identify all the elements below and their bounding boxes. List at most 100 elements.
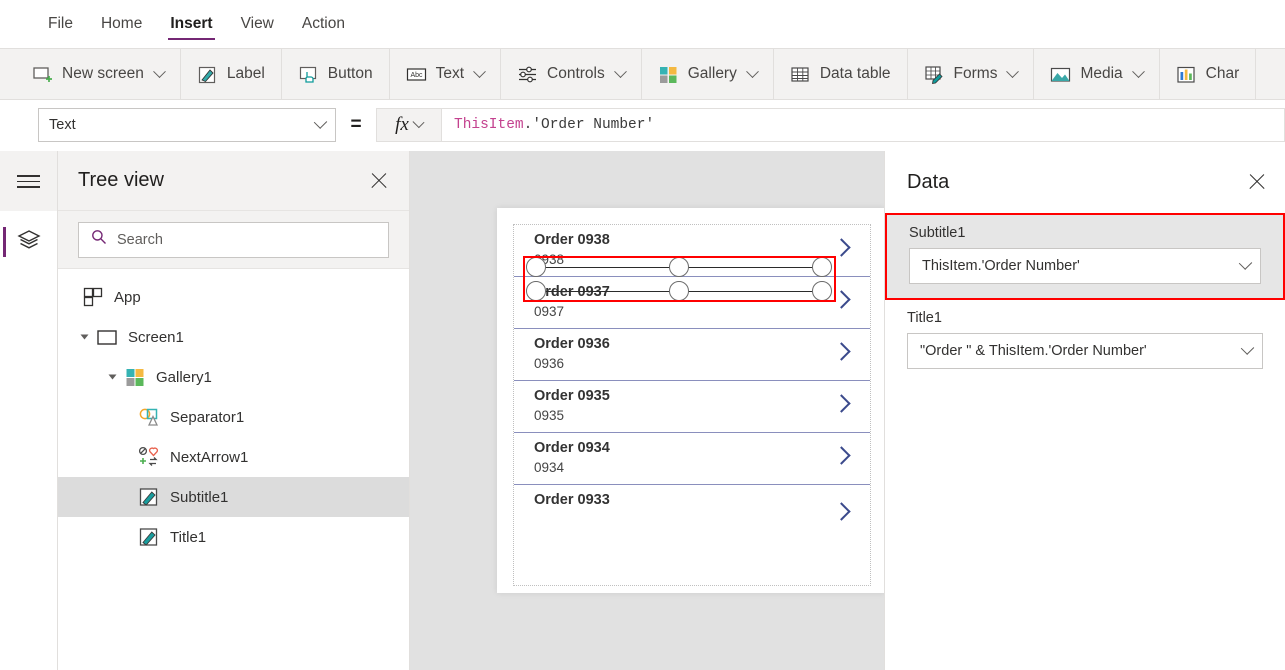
- tree-item-label: Gallery1: [156, 369, 212, 386]
- gallery-item[interactable]: Order 0936 0936: [514, 329, 870, 381]
- property-select[interactable]: Text: [38, 108, 336, 142]
- menu-item-file[interactable]: File: [34, 1, 87, 47]
- gallery-item-subtitle: 0937: [534, 302, 870, 321]
- tree-item-title1[interactable]: Title1: [58, 517, 409, 557]
- ribbon-controls[interactable]: Controls: [501, 48, 642, 100]
- ribbon-forms[interactable]: Forms: [908, 48, 1035, 100]
- gallery-squares-icon: [658, 64, 679, 85]
- data-field-dropdown[interactable]: ThisItem.'Order Number': [909, 248, 1261, 284]
- search-input[interactable]: Search: [78, 222, 389, 258]
- insert-ribbon: New screen Label Button: [0, 48, 1285, 100]
- gallery-item-subtitle: 0935: [534, 406, 870, 425]
- ribbon-gallery-label: Gallery: [688, 65, 737, 83]
- ribbon-text[interactable]: Abc Text: [390, 48, 501, 100]
- app-icon: [82, 286, 104, 308]
- label-icon: [138, 486, 160, 508]
- hamburger-icon: [17, 174, 40, 188]
- shapes-icon: [138, 406, 160, 428]
- data-field-value: ThisItem.'Order Number': [922, 258, 1080, 274]
- tree-item-label: Title1: [170, 529, 206, 546]
- data-field-label: Subtitle1: [909, 225, 1261, 241]
- fx-button[interactable]: fx: [376, 108, 442, 142]
- data-field-subtitle1: Subtitle1 ThisItem.'Order Number': [885, 213, 1285, 300]
- chevron-down-icon: [1239, 256, 1252, 269]
- left-rail: [0, 151, 58, 670]
- screen-preview[interactable]: Order 0938 0938 Order 0937 0937 Order 09…: [497, 208, 885, 593]
- menu-item-action[interactable]: Action: [288, 1, 359, 47]
- tree-item-screen1[interactable]: Screen1: [58, 317, 409, 357]
- tree-item-app[interactable]: App: [58, 277, 409, 317]
- screen-icon: [96, 326, 118, 348]
- chevron-down-icon: [746, 65, 759, 78]
- tree-item-label: Screen1: [128, 329, 184, 346]
- ribbon-media[interactable]: Media: [1034, 48, 1159, 100]
- data-panel-header: Data: [885, 151, 1285, 213]
- ribbon-label[interactable]: Label: [181, 48, 282, 100]
- icons-group-icon: [138, 446, 160, 468]
- expand-caret-icon[interactable]: [81, 335, 89, 340]
- close-icon[interactable]: [365, 167, 393, 195]
- gallery-item[interactable]: Order 0933: [514, 485, 870, 531]
- expand-caret-icon[interactable]: [109, 375, 117, 380]
- gallery-item[interactable]: Order 0934 0934: [514, 433, 870, 485]
- ribbon-charts[interactable]: Char: [1160, 48, 1257, 100]
- tree-item-separator1[interactable]: Separator1: [58, 397, 409, 437]
- chevron-down-icon: [412, 116, 424, 128]
- ribbon-gallery[interactable]: Gallery: [642, 48, 774, 100]
- formula-input[interactable]: ThisItem.'Order Number': [442, 108, 1285, 142]
- gallery-item-title: Order 0934: [534, 438, 870, 458]
- tree-item-subtitle1[interactable]: Subtitle1: [58, 477, 409, 517]
- layers-icon: [16, 227, 42, 258]
- chevron-down-icon: [473, 65, 486, 78]
- chevron-down-icon: [614, 65, 627, 78]
- menu-item-insert[interactable]: Insert: [156, 1, 226, 47]
- tree-item-list: App Screen1: [58, 269, 409, 557]
- chevron-down-icon: [153, 65, 166, 78]
- tree-item-nextarrow1[interactable]: NextArrow1: [58, 437, 409, 477]
- text-abc-icon: Abc: [406, 64, 427, 85]
- formula-token-object: ThisItem: [454, 117, 524, 133]
- gallery-control[interactable]: Order 0938 0938 Order 0937 0937 Order 09…: [514, 225, 870, 585]
- media-image-icon: [1050, 64, 1071, 85]
- data-panel: Data Subtitle1 ThisItem.'Order Number' T…: [884, 151, 1285, 670]
- equals-sign: =: [336, 114, 376, 136]
- data-field-title1: Title1 "Order " & ThisItem.'Order Number…: [885, 310, 1285, 369]
- controls-sliders-icon: [517, 64, 538, 85]
- close-icon[interactable]: [1243, 168, 1271, 196]
- ribbon-forms-label: Forms: [954, 65, 998, 83]
- gallery-item[interactable]: Order 0937 0937: [514, 277, 870, 329]
- tree-item-gallery1[interactable]: Gallery1: [58, 357, 409, 397]
- tree-item-label: Subtitle1: [170, 489, 228, 506]
- data-field-value: "Order " & ThisItem.'Order Number': [920, 343, 1147, 359]
- power-apps-studio: File Home Insert View Action New screen: [0, 0, 1285, 670]
- ribbon-button[interactable]: Button: [282, 48, 390, 100]
- fx-label: fx: [395, 114, 409, 136]
- label-icon: [138, 526, 160, 548]
- tree-view-header: Tree view: [58, 151, 409, 211]
- ribbon-new-screen[interactable]: New screen: [0, 48, 181, 100]
- menu-item-view[interactable]: View: [227, 1, 288, 47]
- gallery-item-title: Order 0938: [534, 230, 870, 250]
- ribbon-charts-label: Char: [1206, 65, 1240, 83]
- ribbon-data-table-label: Data table: [820, 65, 891, 83]
- forms-icon: [924, 64, 945, 85]
- ribbon-controls-label: Controls: [547, 65, 605, 83]
- charts-bar-icon: [1176, 64, 1197, 85]
- property-select-value: Text: [49, 117, 76, 133]
- rail-item-tree-view[interactable]: [0, 211, 57, 273]
- chevron-down-icon: [1132, 65, 1145, 78]
- hamburger-menu-button[interactable]: [0, 151, 57, 211]
- data-field-dropdown[interactable]: "Order " & ThisItem.'Order Number': [907, 333, 1263, 369]
- ribbon-text-label: Text: [436, 65, 464, 83]
- gallery-item-title: Order 0937: [534, 282, 870, 302]
- menu-item-home[interactable]: Home: [87, 1, 156, 47]
- gallery-item[interactable]: Order 0938 0938: [514, 225, 870, 277]
- data-panel-title: Data: [907, 171, 949, 194]
- ribbon-data-table[interactable]: Data table: [774, 48, 908, 100]
- gallery-item-subtitle: 0938: [534, 250, 870, 269]
- tree-view-panel: Tree view Search: [58, 151, 410, 670]
- new-screen-icon: [32, 64, 53, 85]
- data-field-label: Title1: [907, 310, 1263, 326]
- tree-item-label: App: [114, 289, 141, 306]
- gallery-item[interactable]: Order 0935 0935: [514, 381, 870, 433]
